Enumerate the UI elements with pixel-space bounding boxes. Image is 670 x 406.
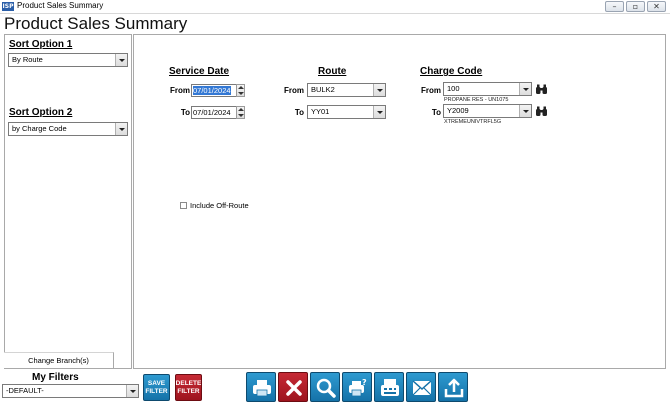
chevron-down-icon[interactable] <box>373 106 385 118</box>
my-filters-select[interactable]: -DEFAULT- <box>2 384 139 398</box>
printer-icon <box>253 380 271 397</box>
charge-code-to-value: Y2009 <box>447 106 469 115</box>
sort-option-1-select[interactable]: By Route <box>8 53 128 67</box>
save-filter-button[interactable]: SAVE FILTER <box>143 374 170 401</box>
close-icon: ✕ <box>653 2 660 11</box>
export-button[interactable] <box>438 372 468 402</box>
route-to-select[interactable]: YY01 <box>307 105 386 119</box>
service-date-to-spinner[interactable] <box>236 106 245 119</box>
my-filters-label: My Filters <box>32 372 79 383</box>
print-preview-button[interactable]: ? <box>342 372 372 402</box>
service-date-from-label: From <box>170 86 190 95</box>
route-from-select[interactable]: BULK2 <box>307 83 386 97</box>
charge-code-from-value: 100 <box>447 84 460 93</box>
include-off-route-checkbox[interactable] <box>180 202 187 209</box>
sort-option-1-value: By Route <box>12 55 43 64</box>
route-to-label: To <box>294 108 304 117</box>
include-off-route-label: Include Off-Route <box>190 201 249 210</box>
print-button[interactable] <box>246 372 276 402</box>
chevron-down-icon[interactable] <box>115 123 127 135</box>
service-date-to-value: 07/01/2024 <box>193 108 231 117</box>
close-x-icon <box>286 380 302 396</box>
chevron-down-icon[interactable] <box>519 105 531 117</box>
service-date-from-value: 07/01/2024 <box>193 86 231 95</box>
charge-code-from-label: From <box>421 86 441 95</box>
search-button[interactable] <box>310 372 340 402</box>
sort-options-panel: Sort Option 1 By Route Sort Option 2 by … <box>4 34 132 369</box>
cancel-button[interactable] <box>278 372 308 402</box>
service-date-from-spinner[interactable] <box>236 84 245 97</box>
email-icon <box>412 380 432 396</box>
change-branch-button[interactable]: Change Branch(s) <box>4 352 114 368</box>
sort-option-2-value: by Charge Code <box>12 124 67 133</box>
charge-code-from-lookup-binoculars-icon[interactable] <box>535 84 548 95</box>
route-to-value: YY01 <box>311 107 330 116</box>
email-button[interactable] <box>406 372 436 402</box>
service-date-heading: Service Date <box>169 66 230 77</box>
sort-option-2-label: Sort Option 2 <box>9 107 73 118</box>
charge-code-to-description: XTREMEUNIVTRFL5G <box>444 119 502 125</box>
route-from-value: BULK2 <box>311 85 335 94</box>
charge-code-from-select[interactable]: 100 <box>443 82 532 96</box>
my-filters-value: -DEFAULT- <box>6 386 44 395</box>
charge-code-to-lookup-binoculars-icon[interactable] <box>535 106 548 117</box>
charge-code-to-label: To <box>431 108 441 117</box>
service-date-to-label: To <box>180 108 190 117</box>
page-title: Product Sales Summary <box>4 14 188 33</box>
sort-option-2-select[interactable]: by Charge Code <box>8 122 128 136</box>
charge-code-to-select[interactable]: Y2009 <box>443 104 532 118</box>
search-icon <box>316 378 336 398</box>
minimize-button[interactable]: – <box>605 1 624 12</box>
fax-button[interactable] <box>374 372 404 402</box>
window-title: Product Sales Summary <box>17 1 104 10</box>
window-titlebar: ISP Product Sales Summary – ▫ ✕ <box>0 0 670 14</box>
export-icon <box>444 378 464 398</box>
chevron-down-icon[interactable] <box>126 385 138 397</box>
close-button[interactable]: ✕ <box>647 1 666 12</box>
chevron-down-icon[interactable] <box>519 83 531 95</box>
sort-option-1-label: Sort Option 1 <box>9 39 73 50</box>
delete-filter-button[interactable]: DELETE FILTER <box>175 374 202 401</box>
chevron-down-icon[interactable] <box>373 84 385 96</box>
route-from-label: From <box>284 86 304 95</box>
charge-code-heading: Charge Code <box>420 66 483 77</box>
route-heading: Route <box>318 66 347 77</box>
chevron-down-icon[interactable] <box>115 54 127 66</box>
fax-icon <box>381 379 399 396</box>
print-preview-icon: ? <box>349 378 367 397</box>
restore-button[interactable]: ▫ <box>626 1 645 12</box>
restore-icon: ▫ <box>632 2 639 11</box>
svg-text:?: ? <box>362 378 367 387</box>
app-logo-icon: ISP <box>2 2 14 11</box>
minimize-icon: – <box>612 2 617 11</box>
charge-code-from-description: PROPANE RES - UN1075 <box>444 97 509 103</box>
